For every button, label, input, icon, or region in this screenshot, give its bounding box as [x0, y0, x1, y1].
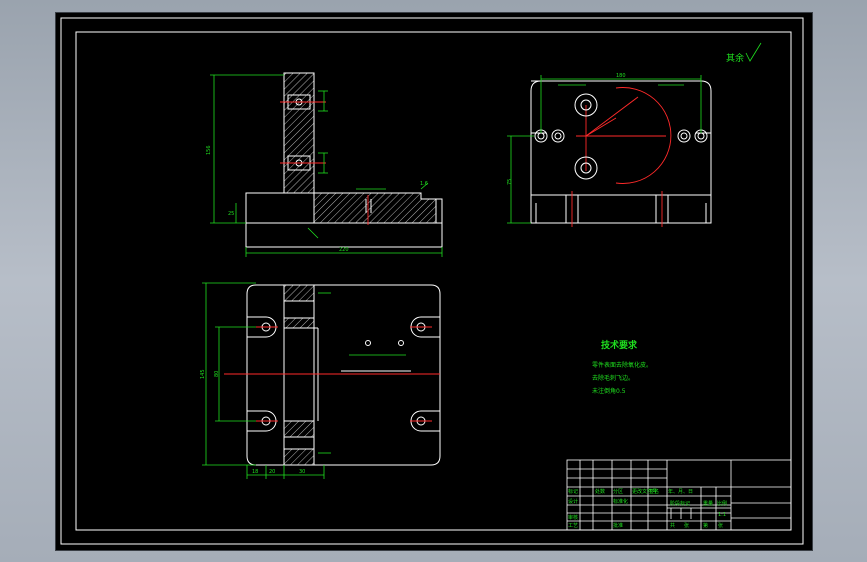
inner-frame	[75, 31, 792, 531]
front-view: 156 25 220 1.6	[206, 72, 443, 257]
tb-count: 处数	[595, 488, 605, 495]
tb-stage-mark: 阶段标记	[670, 500, 690, 507]
dim-side-height: 75	[507, 179, 513, 185]
tb-date: 年、月、日	[668, 488, 693, 495]
tb-zone: 分区	[613, 488, 623, 495]
side-view: 180 75	[507, 73, 712, 227]
drawing-sheet: 其余 156 25 220 1.6 180 75 145 80 18 20 30…	[60, 17, 804, 545]
dim-top-inner: 80	[214, 371, 220, 377]
roughness-note: 其余	[726, 52, 744, 64]
cad-viewport[interactable]: 其余 156 25 220 1.6 180 75 145 80 18 20 30…	[56, 13, 812, 550]
tb-sheet: 张	[718, 522, 723, 529]
dim-front-width: 220	[339, 247, 349, 253]
side-outline	[530, 80, 712, 224]
tb-design: 设计	[568, 498, 578, 505]
dim-top-b1: 30	[299, 469, 305, 475]
tb-standardize: 标准化	[613, 498, 628, 505]
tb-process: 工艺	[568, 523, 578, 529]
tech-req-line-2: 去除毛刺飞边。	[592, 374, 634, 382]
tb-review: 审核	[568, 514, 578, 521]
dim-front-angle: 1.6	[420, 181, 428, 187]
tech-req-line-1: 零件表面去除氧化皮。	[592, 361, 652, 369]
tech-req-line-3: 未注倒角0.5	[592, 387, 626, 395]
tech-req-title: 技术要求	[601, 339, 638, 351]
tb-no: 第	[703, 522, 708, 529]
tb-total: 共	[670, 522, 675, 529]
dim-front-height: 156	[206, 145, 212, 155]
dim-top-b3: 20	[269, 469, 275, 475]
tb-sheets: 张	[684, 522, 689, 529]
tb-mark: 标记	[568, 488, 578, 495]
tb-scale: 比例	[717, 500, 727, 507]
tb-scale-value: 1:1	[718, 512, 726, 518]
dim-top-b2: 18	[252, 469, 258, 475]
tb-weight: 重量	[703, 500, 713, 507]
roughness-symbol-icon	[745, 42, 762, 62]
tech-requirements: 技术要求 零件表面去除氧化皮。 去除毛刺飞边。 未注倒角0.5	[592, 339, 652, 395]
dim-side-width: 180	[616, 73, 626, 79]
roughness-mark: 其余	[726, 42, 762, 64]
top-outline	[246, 284, 441, 466]
tb-approve: 批准	[613, 522, 623, 529]
dim-top-height: 145	[200, 369, 206, 379]
tb-signature: 签名	[649, 488, 659, 495]
front-column	[283, 72, 315, 194]
dim-front-base: 25	[228, 211, 234, 217]
front-base-section	[313, 192, 437, 224]
top-view: 145 80 18 20 30	[200, 282, 441, 479]
front-base	[245, 222, 443, 248]
title-block: 标记 处数 分区 更改文件号 签名 年、月、日 设计 标准化 阶段标记 重量 比…	[566, 459, 792, 531]
